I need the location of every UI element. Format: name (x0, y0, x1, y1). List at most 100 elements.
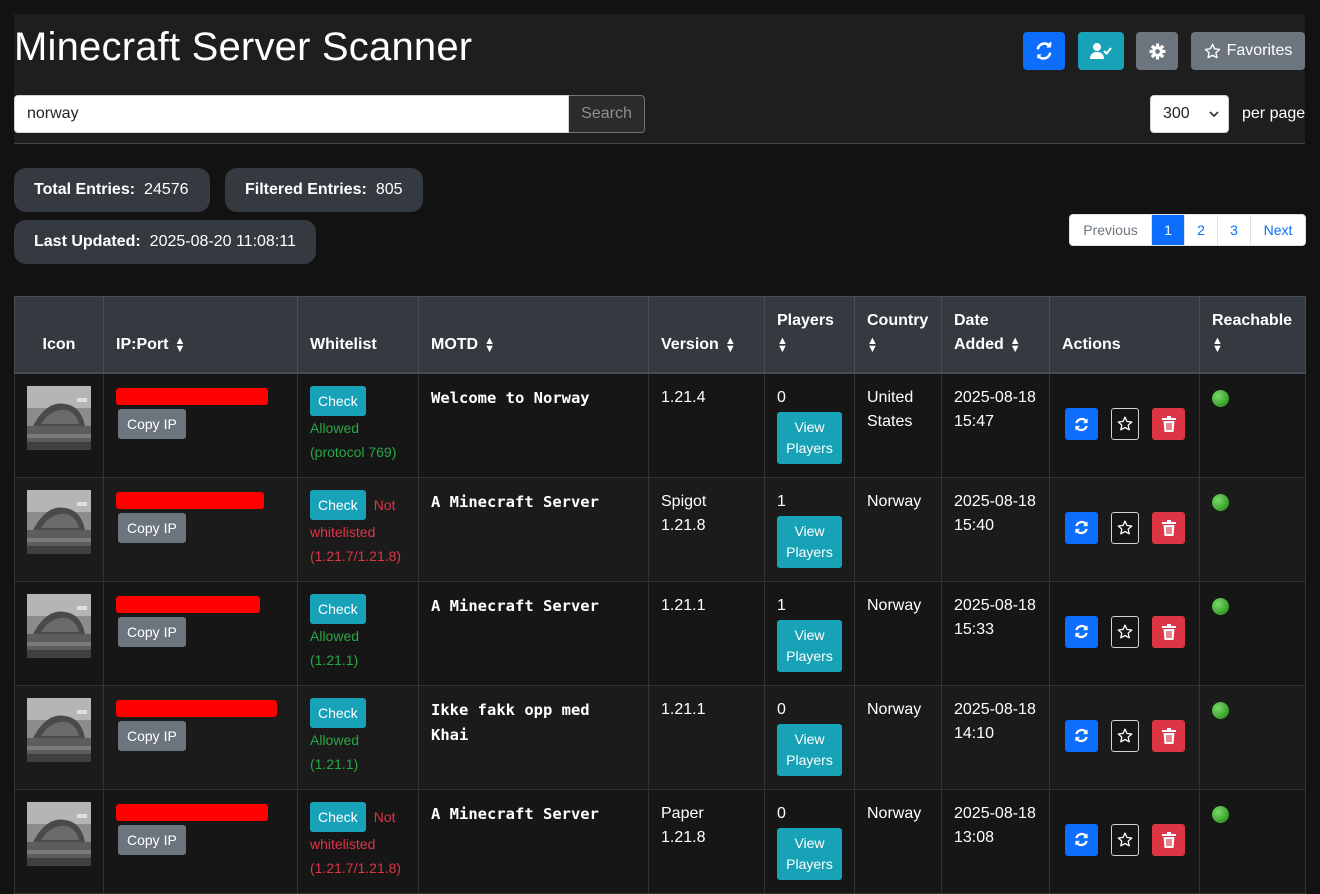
icon-cell (14, 684, 104, 790)
date-time: 15:33 (954, 620, 995, 638)
country-cell: Norway (854, 788, 942, 894)
view-players-button[interactable]: View Players (777, 619, 842, 672)
refresh-icon (1075, 832, 1088, 847)
view-players-button[interactable]: View Players (777, 723, 842, 776)
col-players[interactable]: Players ▲ ▼ (764, 296, 855, 374)
whitelist-cell: Check Allowed (1.21.1) (297, 580, 419, 686)
date-cell: 2025-08-18 15:47 (941, 372, 1050, 478)
check-whitelist-button[interactable]: Check (310, 489, 366, 520)
filtered-entries-badge: Filtered Entries: 805 (225, 168, 423, 212)
copy-ip-button[interactable]: Copy IP (118, 616, 186, 647)
motd-cell: Ikke fakk opp med Khai (418, 684, 649, 790)
gear-icon (1149, 43, 1165, 59)
players-cell: 0 View Players (764, 788, 855, 894)
refresh-server-button[interactable] (1065, 511, 1098, 544)
refresh-icon (1075, 728, 1088, 743)
favorite-server-button[interactable] (1111, 719, 1139, 752)
motd-text: A Minecraft Server (431, 804, 599, 823)
sort-icon: ▲ ▼ (484, 334, 495, 355)
search-input[interactable] (14, 95, 569, 133)
view-players-button[interactable]: View Players (777, 827, 842, 880)
sort-icon: ▲ ▼ (1009, 334, 1021, 355)
date-day: 2025-08-18 (954, 596, 1036, 614)
page-previous[interactable]: Previous (1070, 215, 1151, 245)
icon-cell (14, 580, 104, 686)
favorite-server-button[interactable] (1111, 615, 1139, 648)
player-count: 0 (777, 389, 786, 406)
favorite-server-button[interactable] (1111, 408, 1139, 440)
sort-icon: ▲ ▼ (777, 334, 788, 355)
redacted-ip (116, 699, 277, 717)
per-page-select[interactable]: 300 (1150, 95, 1229, 133)
trash-icon (1161, 519, 1176, 536)
check-whitelist-button[interactable]: Check (310, 386, 366, 416)
motd-text: A Minecraft Server (431, 596, 599, 615)
table-row: Copy IP Check Allowed (protocol 769) Welc… (14, 372, 1306, 478)
check-whitelist-button[interactable]: Check (310, 697, 366, 728)
star-icon (1117, 728, 1133, 742)
whitelist-cell: Check Allowed (protocol 769) (297, 372, 419, 478)
date-cell: 2025-08-18 15:40 (941, 476, 1050, 582)
delete-server-button[interactable] (1152, 615, 1185, 648)
table-row: Copy IP Check Allowed (1.21.1) A Minecraf… (14, 580, 1306, 686)
delete-server-button[interactable] (1152, 511, 1185, 544)
view-players-button[interactable]: View Players (777, 412, 842, 464)
redacted-ip (116, 803, 268, 821)
page-3[interactable]: 3 (1217, 215, 1250, 245)
delete-server-button[interactable] (1152, 408, 1185, 440)
refresh-server-button[interactable] (1065, 408, 1098, 440)
date-day: 2025-08-18 (954, 492, 1036, 510)
copy-ip-button[interactable]: Copy IP (118, 409, 186, 439)
refresh-server-button[interactable] (1065, 823, 1098, 856)
refresh-server-button[interactable] (1065, 719, 1098, 752)
sort-icon: ▲ ▼ (1212, 334, 1223, 355)
check-whitelist-button[interactable]: Check (310, 801, 366, 832)
col-motd[interactable]: MOTD ▲ ▼ (418, 296, 649, 374)
refresh-button[interactable] (1023, 32, 1065, 70)
page-2[interactable]: 2 (1184, 215, 1217, 245)
version-text: 1.21.4 (661, 389, 706, 406)
reachable-cell (1199, 476, 1306, 582)
motd-text: Welcome to Norway (431, 389, 590, 407)
favorites-button[interactable]: Favorites (1191, 32, 1305, 70)
favorite-server-button[interactable] (1111, 511, 1139, 544)
whitelist-detail: (1.21.1) (310, 651, 359, 668)
col-ip[interactable]: IP:Port ▲ ▼ (103, 296, 298, 374)
page-next[interactable]: Next (1250, 215, 1305, 245)
motd-cell: A Minecraft Server (418, 476, 649, 582)
whitelist-detail: (1.21.1) (310, 755, 359, 772)
col-version[interactable]: Version ▲ ▼ (648, 296, 765, 374)
reachable-cell (1199, 684, 1306, 790)
col-date-added[interactable]: Date Added ▲ ▼ (941, 296, 1050, 374)
server-icon (27, 386, 91, 450)
view-players-button[interactable]: View Players (777, 515, 842, 568)
whitelist-detail: (protocol 769) (310, 444, 397, 460)
ip-cell: Copy IP (103, 684, 298, 790)
motd-text: A Minecraft Server (431, 492, 599, 511)
total-entries-value: 24576 (144, 181, 189, 198)
delete-server-button[interactable] (1152, 823, 1185, 856)
copy-ip-button[interactable]: Copy IP (118, 720, 186, 751)
version-cell: 1.21.1 (648, 580, 765, 686)
actions-cell (1049, 580, 1200, 686)
refresh-icon (1075, 520, 1088, 535)
check-whitelist-button[interactable]: Check (310, 593, 366, 624)
col-country[interactable]: Country ▲ ▼ (854, 296, 942, 374)
settings-button[interactable] (1136, 32, 1178, 70)
favorite-server-button[interactable] (1111, 823, 1139, 856)
reachable-status-icon (1212, 701, 1229, 719)
search-button[interactable]: Search (569, 95, 645, 133)
refresh-server-button[interactable] (1065, 615, 1098, 648)
copy-ip-button[interactable]: Copy IP (118, 824, 186, 855)
whitelist-cell: Check Allowed (1.21.1) (297, 684, 419, 790)
copy-ip-button[interactable]: Copy IP (118, 512, 186, 543)
country-text: Norway (867, 492, 922, 510)
whitelist-check-button[interactable] (1078, 32, 1124, 70)
delete-server-button[interactable] (1152, 719, 1185, 752)
page-1[interactable]: 1 (1151, 215, 1184, 245)
country-cell: Norway (854, 476, 942, 582)
country-cell: United States (854, 372, 942, 478)
whitelist-cell: Check Not whitelisted (1.21.7/1.21.8) (297, 476, 419, 582)
col-reachable[interactable]: Reachable ▲ ▼ (1199, 296, 1306, 374)
ip-cell: Copy IP (103, 372, 298, 478)
